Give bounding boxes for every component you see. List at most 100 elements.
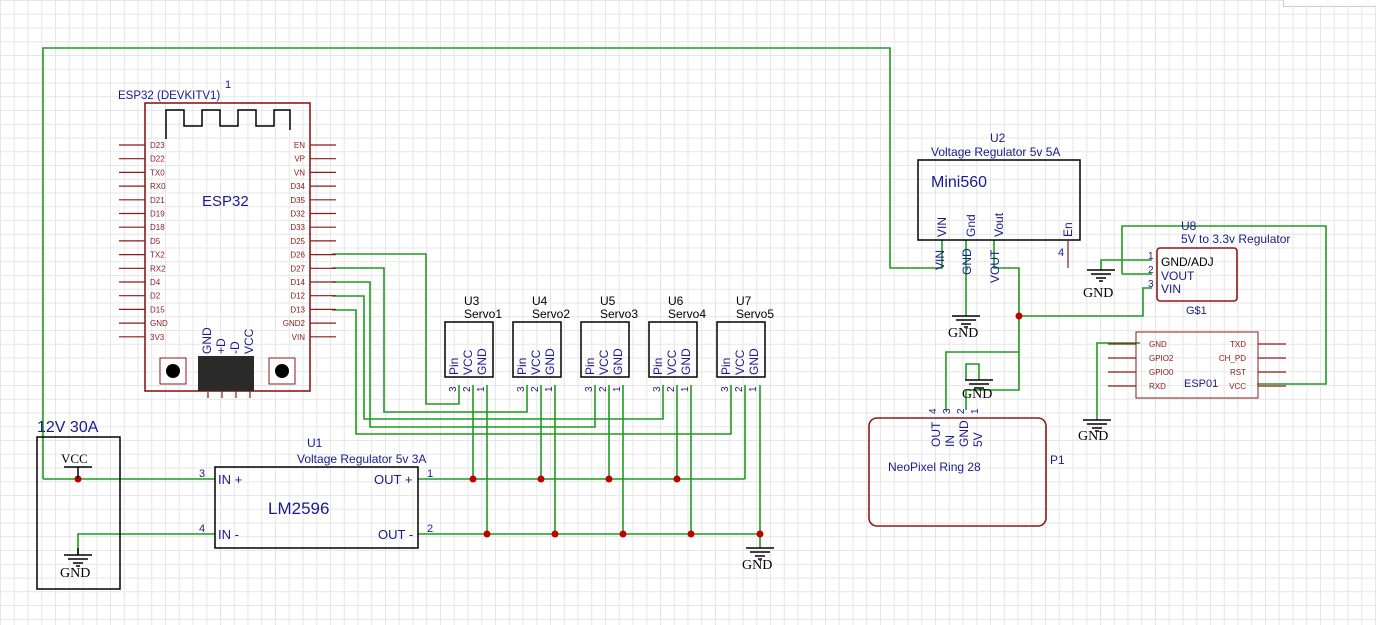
u8-gnd-adj: GND/ADJ	[1161, 255, 1214, 269]
servo-1[interactable]: U3Servo1 Pin 3 VCC 2 GND 1	[444, 294, 502, 392]
servo-ref: U5	[600, 294, 616, 308]
esp32-right-pin-label: D13	[290, 305, 305, 314]
esp32-left-pin-label: D5	[150, 237, 161, 246]
ground-symbol-icon	[64, 548, 92, 567]
esp32-left-pin-label: GND	[150, 319, 168, 328]
servo-pin-label: Pin	[515, 358, 529, 375]
boot-button-icon	[166, 364, 180, 378]
servo-pin-number: 3	[652, 386, 663, 392]
servo-ref: U3	[464, 294, 480, 308]
esp32-right-pin-label: D32	[290, 210, 305, 219]
esp32-right-pin-label: D27	[290, 264, 305, 273]
u1-out-minus: OUT -	[378, 527, 413, 542]
servo-pin-label: VCC	[665, 349, 679, 375]
esp32-bottom-pin-label: GND	[200, 327, 214, 354]
servo-pin-label: GND	[475, 348, 489, 375]
servo-pin-number: 1	[680, 386, 691, 392]
u1-pin3: 3	[199, 468, 205, 480]
esp32-left-pin-label: D18	[150, 223, 165, 232]
esp32-right-pin-label: D26	[290, 251, 305, 260]
servo-ref: U4	[532, 294, 548, 308]
neopixel-ring[interactable]: NeoPixel Ring 28 P1 OUT 4 IN 3 GND 2 5V 1 GND	[868, 379, 1065, 527]
u2-pin-vin-in: VIN	[935, 217, 949, 237]
esp32-left-pin-label: D19	[150, 210, 165, 219]
esp01-left-label: GPIO0	[1149, 368, 1174, 377]
esp32-right-pin-label: VN	[294, 168, 305, 177]
neopixel-pin-number: 2	[956, 408, 967, 414]
u2-mini560[interactable]: U2 Voltage Regulator 5v 5A Mini560 VIN G…	[917, 131, 1081, 341]
esp32-left-pin-label: 3V3	[150, 333, 165, 342]
esp32-left-pins: D23 D22 TX0 RX0 D21 D19 D18 D5 TX2 RX2 D4 D2 D15 GND 3…	[119, 141, 168, 342]
u8-ref: U8	[1181, 219, 1197, 233]
u1-ref: U1	[307, 436, 323, 450]
esp32-left-pin-label: D2	[150, 292, 161, 301]
supply-label: 12V 30A	[37, 419, 99, 436]
servo-pin-number: 2	[462, 386, 473, 392]
esp32-title: ESP32 (DEVKITV1)	[118, 90, 220, 102]
servos: U3Servo1 Pin 3 VCC 2 GND 1 U4Servo2 Pin 3 VCC 2 GND 1…	[444, 294, 774, 392]
u1-pin4: 4	[199, 523, 205, 535]
esp32-right-pin-label: D12	[290, 292, 305, 301]
esp32-left-pin-label: TX2	[150, 251, 165, 260]
gnd-symbol-neopixel: GND	[962, 379, 993, 402]
servo-pin-number: 2	[598, 386, 609, 392]
u1-pin1: 1	[427, 468, 433, 480]
usb-connector	[198, 356, 254, 391]
reset-button-icon	[275, 364, 289, 378]
servo-3[interactable]: U5Servo3 Pin 3 VCC 2 GND 1	[580, 294, 638, 392]
servo-pin-number: 1	[612, 386, 623, 392]
esp32-left-pin-label: TX0	[150, 168, 165, 177]
esp32-bottom-pin-label: -D	[228, 341, 242, 354]
u1-lm2596[interactable]: U1 Voltage Regulator 5v 3A LM2596 IN + I…	[199, 436, 433, 549]
wire-d26-servo1	[332, 253, 460, 405]
u1-in-plus: IN +	[218, 472, 242, 487]
esp32-module[interactable]: 1 ESP32 (DEVKITV1) ESP32 D23 D22 TX0 RX0 D21…	[118, 79, 336, 398]
esp32-bottom-pin-label: VCC	[242, 328, 256, 354]
esp32-left-pin-label: RX2	[150, 264, 166, 273]
esp01-module[interactable]: GND GPIO2 GPIO0 RXD TXD CH_PD RST VCC ESP01 GND	[1078, 331, 1286, 444]
servo-pin-number: 3	[720, 386, 731, 392]
esp32-left-pin-label: RX0	[150, 182, 166, 191]
u8-vin: VIN	[1161, 282, 1181, 296]
power-supply[interactable]: 12V 30A VCC GND	[36, 419, 121, 590]
servo-5[interactable]: U7Servo5 Pin 3 VCC 2 GND 1	[716, 294, 774, 392]
u8-regulator[interactable]: U8 5V to 3.3v Regulator GND/ADJ VOUT VIN…	[1083, 219, 1290, 317]
servo-pin-number: 1	[748, 386, 759, 392]
vcc-label: VCC	[61, 451, 88, 466]
esp01-name: ESP01	[1184, 378, 1218, 390]
neopixel-pin-number: 4	[928, 408, 939, 414]
u8-title: 5V to 3.3v Regulator	[1181, 232, 1290, 246]
servo-name: Servo2	[532, 307, 570, 321]
neopixel-pin-label: GND	[957, 420, 971, 447]
neopixel-pin-label: IN	[943, 435, 957, 447]
supply-gnd-label: GND	[60, 566, 90, 581]
esp32-left-pin-label: D15	[150, 305, 165, 314]
schematic-canvas[interactable]: 1 ESP32 (DEVKITV1) ESP32 D23D22TX0RX0D21…	[0, 0, 1376, 625]
esp01-right-label: RST	[1230, 368, 1246, 377]
u2-pin-gnd: GND	[960, 248, 974, 275]
u2-pin-gnd-in: Gnd	[964, 214, 978, 237]
servo-name: Servo3	[600, 307, 638, 321]
servo-4[interactable]: U6Servo4 Pin 3 VCC 2 GND 1	[648, 294, 706, 392]
esp01-left-label: GPIO2	[1149, 354, 1174, 363]
servo-pin-label: Pin	[447, 358, 461, 375]
servo-pin-label: Pin	[583, 358, 597, 375]
u2-pin-en-in: En	[1061, 222, 1075, 237]
esp32-right-pin-label: VP	[294, 155, 305, 164]
gnd-symbol-u8: GND	[1083, 269, 1115, 301]
neopixel-pins: OUT 4 IN 3 GND 2 5V 1	[928, 408, 985, 447]
neopixel-pin-label: OUT	[929, 421, 943, 447]
wire-gnd-to-u1-in-minus	[77, 533, 215, 555]
esp01-right-label: CH_PD	[1219, 354, 1246, 363]
servo-pin-label: VCC	[733, 349, 747, 375]
servo-pin-number: 1	[476, 386, 487, 392]
servo-ref: U6	[668, 294, 684, 308]
u2-name: Mini560	[931, 174, 987, 191]
u8-n2: 2	[1148, 265, 1154, 276]
esp01-right-label: TXD	[1230, 340, 1246, 349]
servo-2[interactable]: U4Servo2 Pin 3 VCC 2 GND 1	[512, 294, 570, 392]
gnd-symbol-servos: GND	[742, 547, 774, 573]
servo-pin-label: VCC	[597, 349, 611, 375]
servo-name: Servo4	[668, 307, 706, 321]
servo-pin-label: GND	[543, 348, 557, 375]
